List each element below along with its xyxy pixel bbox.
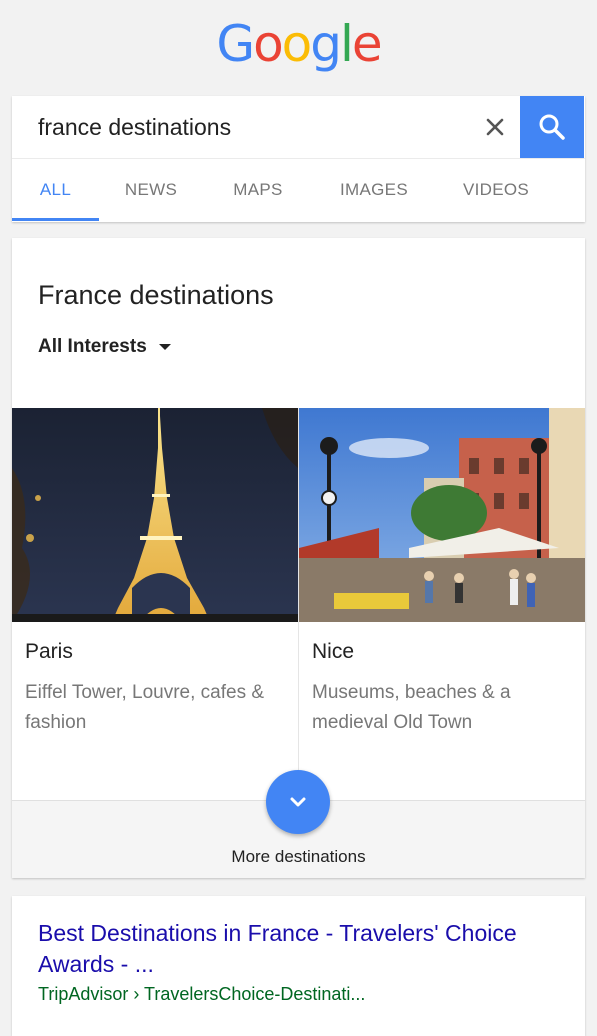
logo-letter: o xyxy=(253,15,284,73)
clear-button[interactable] xyxy=(474,106,516,148)
interests-dropdown-label: All Interests xyxy=(38,336,147,357)
active-tab-indicator xyxy=(12,218,99,221)
logo-letter: e xyxy=(351,15,383,73)
search-icon xyxy=(539,114,565,140)
search-tabs: ALL NEWS MAPS IMAGES VIDEOS xyxy=(12,158,585,222)
chevron-down-icon xyxy=(290,797,306,807)
search-input[interactable] xyxy=(38,110,468,144)
tab-maps[interactable]: MAPS xyxy=(212,159,304,221)
search-button[interactable] xyxy=(520,96,584,158)
expand-button[interactable] xyxy=(266,770,330,834)
result-title-link[interactable]: Best Destinations in France - Travelers'… xyxy=(38,918,558,980)
tab-videos[interactable]: VIDEOS xyxy=(444,159,548,221)
destination-description: Eiffel Tower, Louvre, cafes & fashion xyxy=(25,682,265,733)
logo-letter: o xyxy=(281,15,313,73)
destination-paris[interactable]: Paris Eiffel Tower, Louvre, cafes & fash… xyxy=(12,408,298,800)
interests-dropdown[interactable]: All Interests xyxy=(38,336,171,358)
tab-images[interactable]: IMAGES xyxy=(322,159,426,221)
search-result: Best Destinations in France - Travelers'… xyxy=(12,896,585,1036)
close-icon xyxy=(486,118,504,136)
tab-news[interactable]: NEWS xyxy=(108,159,194,221)
destination-name: Paris xyxy=(25,640,73,663)
destination-nice[interactable]: Nice Museums, beaches & a medieval Old T… xyxy=(299,408,585,800)
logo-letter: l xyxy=(340,15,354,73)
result-url: TripAdvisor › TravelersChoice-Destinati.… xyxy=(38,984,366,1004)
logo-letter: g xyxy=(310,15,342,73)
tab-all[interactable]: ALL xyxy=(12,159,99,221)
more-destinations-label: More destinations xyxy=(231,847,366,866)
destinations-card: France destinations All Interests Paris … xyxy=(12,238,585,878)
paris-image xyxy=(12,408,298,622)
nice-image xyxy=(299,408,585,622)
caret-down-icon xyxy=(158,344,171,350)
destination-description: Museums, beaches & a medieval Old Town xyxy=(312,682,511,733)
google-logo[interactable]: Google xyxy=(0,0,597,96)
destination-name: Nice xyxy=(312,640,355,663)
logo-letter: G xyxy=(216,15,255,73)
card-title: France destinations xyxy=(38,280,274,310)
search-box: ALL NEWS MAPS IMAGES VIDEOS xyxy=(12,96,585,222)
search-row xyxy=(12,96,585,158)
